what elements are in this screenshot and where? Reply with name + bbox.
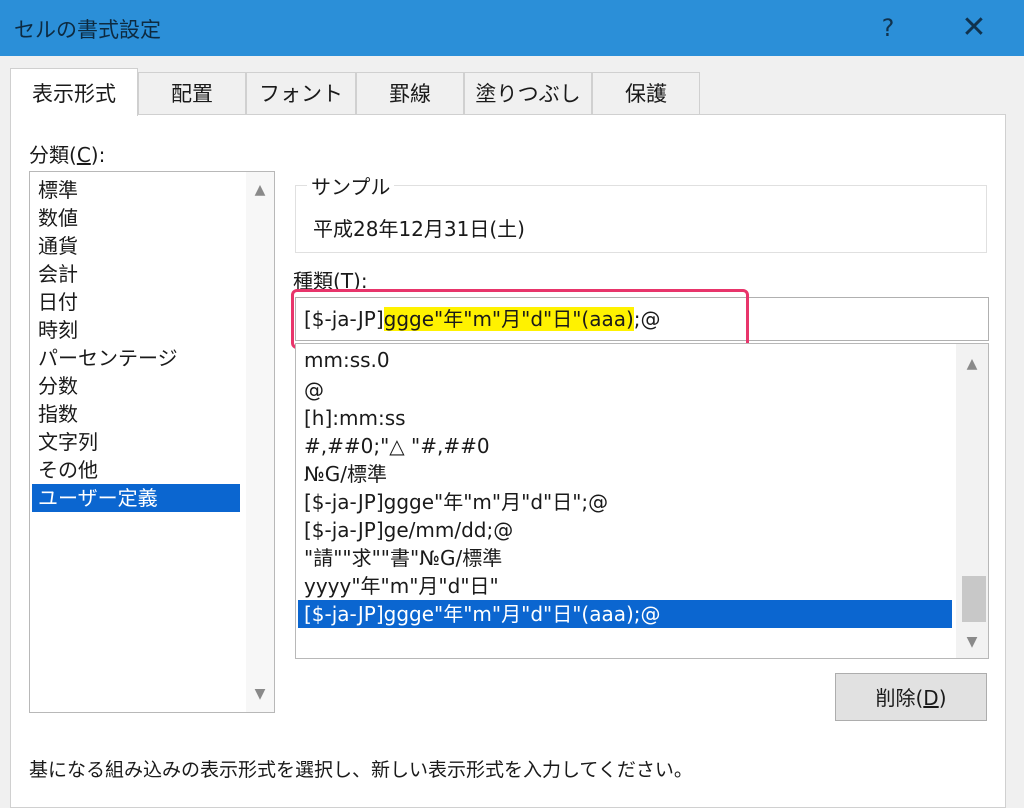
sample-value: 平成28年12月31日(土) [313,217,525,241]
format-list-scrollbar[interactable]: ▲ ▼ [956,344,988,658]
category-item[interactable]: 通貨 [32,232,240,260]
format-item-selected[interactable]: [$-ja-JP]ggge"年"m"月"d"日"(aaa);@ [298,600,952,628]
close-button[interactable]: ✕ [946,8,1002,48]
format-item[interactable]: [h]:mm:ss [304,404,952,432]
format-item[interactable]: #,##0;"△ "#,##0 [304,432,952,460]
tab-fill[interactable]: 塗りつぶし [464,72,592,114]
type-label-suffix: ): [353,269,368,293]
category-label-suffix: ): [90,143,106,167]
category-item[interactable]: 時刻 [32,316,240,344]
format-item[interactable]: @ [304,376,952,404]
category-item[interactable]: パーセンテージ [32,344,240,372]
format-item[interactable]: "請""求""書"№G/標準 [304,544,952,572]
category-item[interactable]: 分数 [32,372,240,400]
category-list[interactable]: 標準 数値 通貨 会計 日付 時刻 パーセンテージ 分数 指数 文字列 その他 … [29,171,275,713]
category-label-prefix: 分類( [29,143,77,167]
category-item[interactable]: その他 [32,456,240,484]
category-item[interactable]: 会計 [32,260,240,288]
scroll-up-icon[interactable]: ▲ [246,178,274,202]
tab-border[interactable]: 罫線 [356,72,464,114]
format-code-input[interactable]: [$-ja-JP]ggge"年"m"月"d"日"(aaa);@ [295,297,989,341]
scrollbar-thumb[interactable] [962,576,986,622]
sample-legend: サンプル [307,171,395,200]
format-input-prefix: [$-ja-JP] [304,307,384,331]
type-label-prefix: 種類( [293,269,341,293]
scroll-up-icon[interactable]: ▲ [958,352,986,376]
tab-number-format[interactable]: 表示形式 [10,68,138,116]
delete-label-prefix: 削除( [875,686,924,710]
category-item[interactable]: 文字列 [32,428,240,456]
tab-font[interactable]: フォント [246,72,356,114]
format-item[interactable]: yyyy"年"m"月"d"日" [304,572,952,600]
category-label-key: C [76,143,91,167]
category-item-selected[interactable]: ユーザー定義 [32,484,240,512]
format-list[interactable]: mm:ss.0 @ [h]:mm:ss #,##0;"△ "#,##0 №G/標… [295,343,989,659]
format-item[interactable]: mm:ss.0 [304,346,952,374]
number-format-panel: 分類(C): 標準 数値 通貨 会計 日付 時刻 パーセンテージ 分数 指数 文… [10,114,1006,808]
category-item[interactable]: 指数 [32,400,240,428]
title-bar: セルの書式設定 ? ✕ [0,0,1024,56]
window-title: セルの書式設定 [14,18,161,42]
delete-button[interactable]: 削除(D) [835,673,987,721]
format-item[interactable]: [$-ja-JP]ge/mm/dd;@ [304,516,952,544]
format-input-highlight: ggge"年"m"月"d"日"(aaa) [383,307,634,331]
category-item[interactable]: 日付 [32,288,240,316]
category-item[interactable]: 数値 [32,204,240,232]
format-item[interactable]: №G/標準 [304,460,952,488]
tab-alignment[interactable]: 配置 [138,72,246,114]
delete-label-suffix: ) [938,686,947,710]
scroll-down-icon[interactable]: ▼ [246,682,274,706]
scroll-down-icon[interactable]: ▼ [958,630,986,654]
category-label: 分類(C): [29,139,105,168]
help-button[interactable]: ? [860,8,916,48]
format-item[interactable]: [$-ja-JP]ggge"年"m"月"d"日";@ [304,488,952,516]
delete-label-key: D [923,686,939,710]
type-label-key: T [340,269,354,293]
type-label: 種類(T): [293,265,368,294]
hint-text: 基になる組み込みの表示形式を選択し、新しい表示形式を入力してください。 [29,759,693,781]
category-scrollbar[interactable]: ▲ ▼ [246,172,274,712]
tab-protection[interactable]: 保護 [592,72,700,114]
category-item[interactable]: 標準 [32,176,240,204]
format-input-suffix: ;@ [633,307,661,331]
